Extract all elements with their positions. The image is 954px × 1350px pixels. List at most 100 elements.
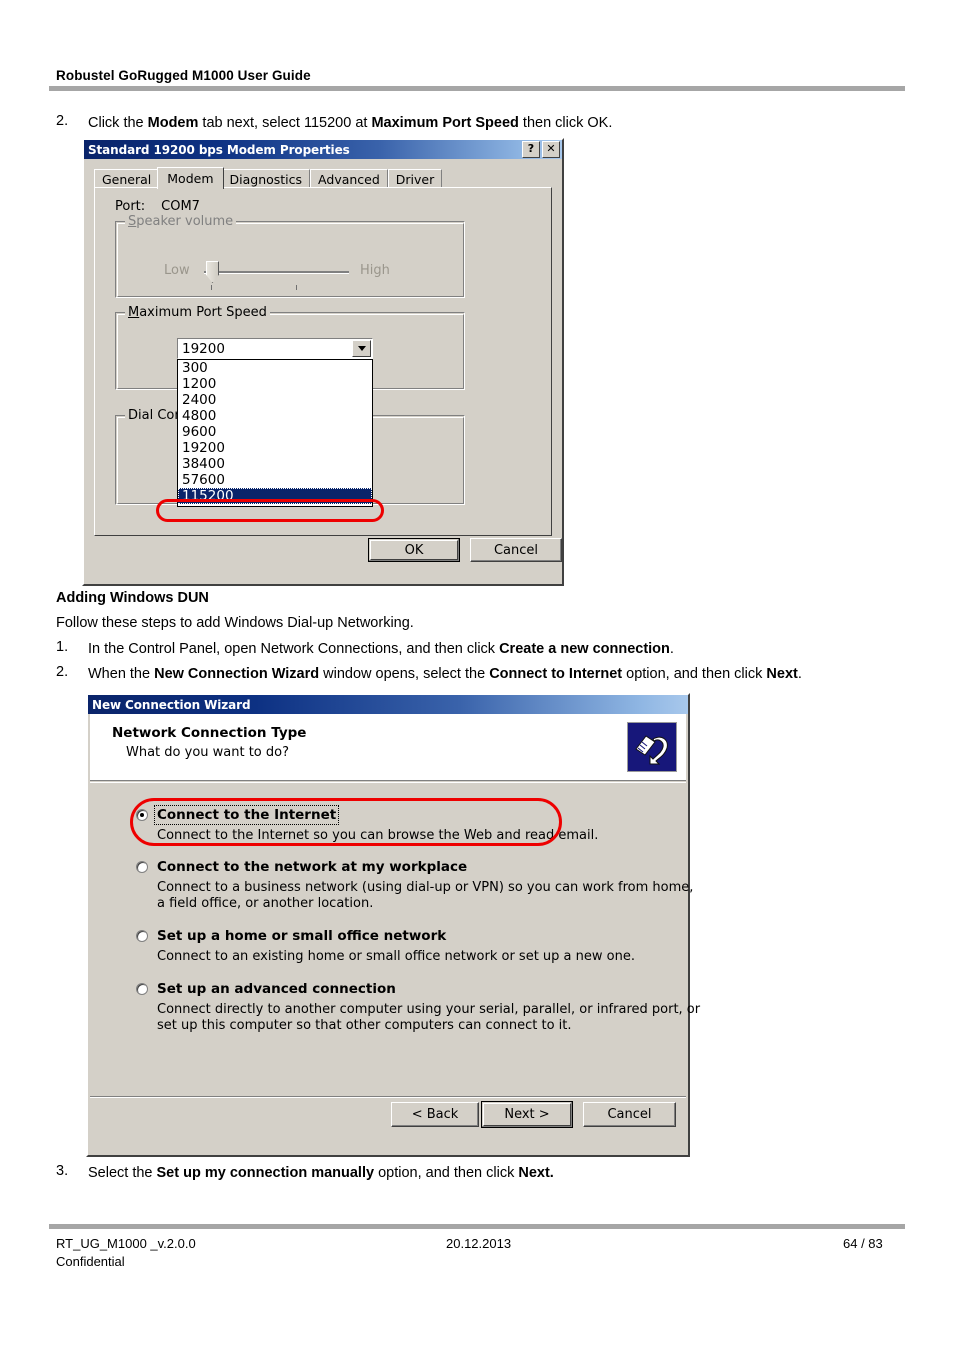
next-button-label: Next > — [504, 1107, 550, 1122]
option-description-line2: set up this computer so that other compu… — [157, 1018, 572, 1033]
chevron-down-icon[interactable] — [352, 340, 371, 357]
dropdown-option[interactable]: 19200 — [178, 440, 372, 456]
footer-page-number: 64 / 83 — [843, 1236, 883, 1251]
close-icon[interactable]: ✕ — [542, 141, 560, 158]
network-plug-icon — [627, 722, 677, 772]
step2-dun-bold1: New Connection Wizard — [154, 666, 320, 682]
option-title: Connect to the network at my workplace — [157, 859, 468, 875]
step3-dun-part1: Select the — [88, 1165, 157, 1181]
step2-dun-part4: . — [797, 666, 802, 682]
footer-confidential: Confidential — [56, 1254, 125, 1269]
cancel-button[interactable]: Cancel — [470, 538, 562, 562]
dropdown-option[interactable]: 57600 — [178, 472, 372, 488]
new-connection-wizard-dialog: New Connection Wizard Network Connection… — [86, 693, 700, 1157]
port-value: COM7 — [161, 199, 200, 214]
step1-dun-part1: In the Control Panel, open Network Conne… — [88, 641, 500, 657]
tab-driver[interactable]: Driver — [387, 169, 443, 188]
option-description: Connect to a business network (using dia… — [157, 880, 694, 895]
dropdown-option[interactable]: 38400 — [178, 456, 372, 472]
modem-properties-dialog: Standard 19200 bps Modem Properties ? ✕ … — [82, 138, 564, 586]
step2-bold1: Modem — [147, 115, 199, 131]
next-button[interactable]: Next > — [481, 1101, 573, 1128]
dropdown-option-selected[interactable]: 115200 — [178, 488, 372, 504]
dropdown-option[interactable]: 1200 — [178, 376, 372, 392]
step1-dun-part2: . — [669, 641, 674, 657]
step3-dun-bold2: Next. — [518, 1165, 554, 1181]
dropdown-option[interactable]: 9600 — [178, 424, 372, 440]
step3-dun-part2: option, and then click — [374, 1165, 519, 1181]
step1-dun-text: In the Control Panel, open Network Conne… — [88, 639, 674, 660]
radio-connect-to-network-at-workplace[interactable] — [136, 861, 148, 873]
slider-low-label: Low — [164, 263, 190, 278]
max-port-speed-dropdown[interactable]: 300 1200 2400 4800 9600 19200 38400 5760… — [177, 359, 373, 507]
max-port-speed-combobox[interactable]: 19200 — [177, 338, 373, 359]
step2-dun-bold2: Connect to Internet — [489, 666, 623, 682]
option-title: Connect to the Internet — [153, 805, 340, 825]
max-port-speed-value: 19200 — [182, 340, 225, 357]
speaker-volume-group: Speaker volume Low High — [115, 214, 465, 298]
port-label: Port: — [115, 199, 146, 214]
section-intro-text: Follow these steps to add Windows Dial-u… — [56, 615, 414, 631]
document-page: Robustel GoRugged M1000 User Guide 2. Cl… — [0, 0, 954, 1350]
option-description: Connect to an existing home or small off… — [157, 949, 635, 964]
wizard-title: New Connection Wizard — [92, 697, 251, 712]
radio-set-up-advanced-connection[interactable] — [136, 983, 148, 995]
option-title: Set up a home or small office network — [157, 928, 447, 944]
option-description: Connect to the Internet so you can brows… — [157, 828, 599, 843]
step2-part2: tab next, select 115200 at — [198, 115, 372, 131]
footer-rule — [49, 1224, 905, 1229]
wizard-page-title: Network Connection Type — [112, 725, 307, 741]
section-heading-adding-windows-dun: Adding Windows DUN — [56, 590, 209, 606]
option-title: Set up an advanced connection — [157, 981, 396, 997]
volume-slider-thumb[interactable] — [206, 261, 219, 283]
tab-diagnostics[interactable]: Diagnostics — [221, 169, 311, 188]
step3-dun-text: Select the Set up my connection manually… — [88, 1163, 554, 1184]
slider-tick-low — [211, 285, 212, 290]
wizard-cancel-button[interactable]: Cancel — [583, 1102, 676, 1127]
dropdown-option[interactable]: 300 — [178, 360, 372, 376]
dropdown-option[interactable]: 4800 — [178, 408, 372, 424]
step2-dun-part3: option, and then click — [622, 666, 767, 682]
option-description-line2: a field office, or another location. — [157, 896, 374, 911]
step2-part3: then click OK. — [518, 115, 613, 131]
help-button-icon[interactable]: ? — [522, 141, 540, 158]
wizard-titlebar[interactable]: New Connection Wizard — [88, 695, 688, 714]
modem-dialog-titlebar[interactable]: Standard 19200 bps Modem Properties ? ✕ — [84, 140, 562, 159]
modem-dialog-tabstrip: General Modem Diagnostics Advanced Drive… — [94, 167, 443, 189]
tab-general[interactable]: General — [94, 169, 160, 188]
running-header: Robustel GoRugged M1000 User Guide — [56, 68, 311, 83]
tab-advanced[interactable]: Advanced — [310, 169, 388, 188]
footer-left: RT_UG_M1000 _v.2.0.0 — [56, 1236, 196, 1251]
step2-dun-part2: window opens, select the — [319, 666, 490, 682]
port-row: Port: COM7 — [115, 199, 200, 214]
footer-date: 20.12.2013 — [446, 1236, 512, 1251]
option-description: Connect directly to another computer usi… — [157, 1002, 701, 1017]
cancel-button-label: Cancel — [493, 542, 539, 558]
wizard-footer-separator — [90, 1096, 686, 1098]
step2-modem-number: 2. — [56, 113, 69, 129]
step2-dun-part1: When the — [88, 666, 155, 682]
wizard-cancel-button-label: Cancel — [607, 1107, 652, 1122]
volume-slider-track[interactable] — [204, 271, 349, 274]
speaker-volume-slider-row: Low High — [116, 255, 464, 290]
ok-button[interactable]: OK — [368, 538, 460, 562]
wizard-header-band: Network Connection Type What do you want… — [90, 714, 686, 781]
back-button-label: < Back — [411, 1107, 459, 1122]
modem-dialog-title: Standard 19200 bps Modem Properties — [88, 142, 350, 157]
dropdown-option[interactable]: 2400 — [178, 392, 372, 408]
step2-bold2: Maximum Port Speed — [371, 115, 519, 131]
step1-dun-number: 1. — [56, 639, 69, 655]
tab-modem[interactable]: Modem — [157, 167, 224, 189]
ok-button-label: OK — [404, 542, 424, 558]
modem-tab-panel: Port: COM7 Speaker volume Low High Maximu… — [94, 187, 552, 536]
slider-tick-high — [296, 285, 297, 290]
radio-connect-to-the-internet[interactable] — [136, 809, 148, 821]
step2-dun-bold3: Next — [766, 666, 798, 682]
back-button[interactable]: < Back — [391, 1102, 479, 1127]
step2-modem-text: Click the Modem tab next, select 115200 … — [88, 113, 612, 134]
header-rule — [49, 86, 905, 91]
radio-set-up-home-or-small-office-network[interactable] — [136, 930, 148, 942]
step1-dun-bold1: Create a new connection — [499, 641, 670, 657]
slider-high-label: High — [360, 263, 390, 278]
step3-dun-number: 3. — [56, 1163, 69, 1179]
